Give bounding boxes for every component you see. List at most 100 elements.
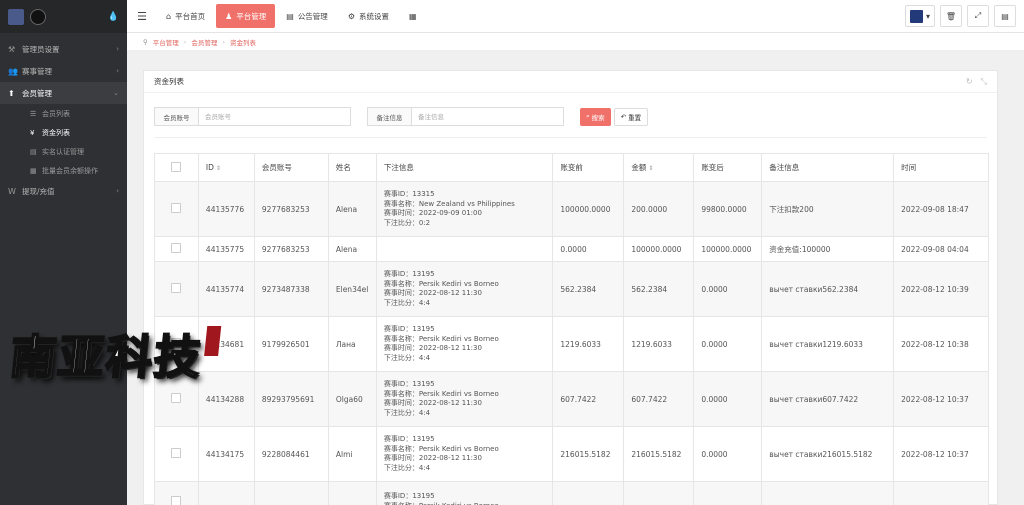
cell-account: 9273487338 [253,261,329,317]
watermark-logo: 南亚科技 [0,318,244,396]
settings-panel-icon[interactable]: ▤ [994,5,1016,27]
cell-note: 资金充值:100000 [761,236,895,262]
cell-amount: 216015.5182 [623,426,695,482]
table-row[interactable]: 44135774 9273487338 Elen34el 赛事ID：13195 赛事名称… [154,261,989,317]
bet-line: 赛事ID：13195 [383,325,435,333]
breadcrumb-item[interactable]: 会员管理 [191,37,217,47]
col-time: 时间 [893,153,989,182]
tab-icon: ⚙ [347,11,355,21]
note-input[interactable] [412,108,562,125]
row-select-cell [154,261,199,317]
cell-id: 44134175 [197,426,255,482]
chevron-icon: › [116,67,119,75]
cell-amount: 200.0000 [623,181,695,237]
location-icon: ⚲ [143,37,148,46]
bet-line: 下注比分：4:4 [383,298,431,307]
cell-id: 44135775 [197,236,255,262]
avatar[interactable] [30,8,46,25]
cell-name: Alena [327,181,377,237]
col-id[interactable]: ID ⇕ [197,153,255,182]
chevron-icon: › [116,187,119,195]
breadcrumb-item[interactable]: 平台管理 [153,37,179,47]
expand-icon[interactable]: ⤢ [967,5,989,27]
account-input[interactable] [199,108,349,125]
logo [8,8,24,25]
bet-line: 赛事名称：Persik Kediri vs Borneo [383,279,499,288]
row-select-cell [154,426,199,482]
cell-id: 44135774 [197,261,255,317]
col-bet: 下注信息 [375,153,554,182]
row-checkbox[interactable] [171,283,182,293]
user-menu-button[interactable]: ▾ [904,5,935,27]
upload-icon: ⬆ [8,88,15,98]
tab-system[interactable]: ⚙ 系统设置 [339,4,398,28]
cell-bet [375,236,554,262]
col-amount[interactable]: 金额 ⇕ [623,153,695,182]
cell-after: 0.0000 [693,371,763,427]
tab-icon: ⌂ [166,11,172,21]
cell-note: 下注扣款200 [761,181,895,237]
sidebar-item-matches[interactable]: 👥 赛事管理 › [0,60,127,82]
sidebar-subitem[interactable]: ▦ 批量会员余额操作 [0,161,127,180]
sidebar: 💧 ⚒ 管理员设置 › 👥 赛事管理 › ⬆ 会员管理 ⌄ ☰ 会员列表 ¥ 资金列表 ▤ 实名认证管理 ▦ 批… [0,0,127,505]
tab-label: 系统设置 [358,11,389,21]
tab-platform[interactable]: ♟ 平台管理 [216,4,276,28]
sidebar-item-members[interactable]: ⬆ 会员管理 ⌄ [0,82,127,104]
note-field: 备注信息 [367,107,564,126]
table-row[interactable]: 44134681 9179926501 Лана 赛事ID：13195 赛事名称：Per… [154,316,989,372]
bet-line: 赛事名称：Persik Kediri vs Borneo [383,444,499,453]
row-checkbox[interactable] [171,203,182,213]
sidebar-subitem[interactable]: ▤ 实名认证管理 [0,142,127,161]
sidebar-item-label: 提现/充值 [22,186,55,196]
reset-button[interactable]: ↶ 重置 [613,107,649,126]
table-row[interactable]: 44134288 89293795691 Olga60 赛事ID：13195 赛事名称：… [154,371,989,427]
cell-name: Elen34el [327,261,377,317]
reset-button-label: 重置 [628,113,642,122]
cell-amount: 100000.0000 [623,236,695,262]
account-label: 会员账号 [155,108,199,125]
bet-line: 赛事ID：13195 [383,435,435,443]
menu-item-icon: ☰ [30,109,37,118]
select-all-cell [154,153,199,182]
tab-label: 平台首页 [175,11,206,21]
bet-line: 赛事时间：2022-09-09 01:00 [383,209,482,217]
table-row[interactable]: 赛事ID：13195 赛事名称：Persik Kediri vs Borneo [154,481,989,505]
cell-account: 9277683253 [253,236,329,262]
sidebar-subitem[interactable]: ¥ 资金列表 [0,123,127,142]
row-checkbox[interactable] [171,243,182,253]
bet-line: 下注比分：4:4 [383,353,431,362]
table-row[interactable]: 44135775 9277683253 Alena 0.0000 100000.0000… [154,236,989,262]
drop-icon[interactable]: 💧 [108,12,119,22]
sort-icon[interactable]: ⇕ [216,165,221,172]
breadcrumb-separator: › [183,37,187,46]
breadcrumb-item[interactable]: 资金列表 [230,37,256,47]
row-checkbox[interactable] [171,495,182,505]
table-row[interactable]: 44135776 9277683253 Alena 赛事ID：13315 赛事名称：Ne… [154,181,989,237]
sidebar-item-withdraw[interactable]: W 提现/充值 › [0,180,127,202]
sidebar-subitem[interactable]: ☰ 会员列表 [0,104,127,123]
maximize-icon[interactable]: ⤡ [981,77,987,87]
cell-after: 100000.0000 [693,236,763,262]
select-all-checkbox[interactable] [171,161,182,172]
fullscreen-icon[interactable]: ▦ [400,4,426,28]
cell-name [327,481,377,505]
sidebar-subitem-label: 会员列表 [42,109,70,118]
top-right-tools: ▾ 🗑 ⤢ ▤ [904,5,1016,27]
cell-before [552,481,625,505]
sort-icon[interactable]: ⇕ [648,165,653,172]
tab-notice[interactable]: ▤ 公告管理 [277,4,337,28]
menu-toggle-icon[interactable]: ☰ [127,10,157,23]
bet-line: 赛事时间：2022-08-12 11:30 [383,289,482,297]
refresh-icon[interactable]: ↻ [966,77,973,87]
trash-icon[interactable]: 🗑 [940,5,962,27]
tab-home[interactable]: ⌂ 平台首页 [157,4,214,28]
bet-line: 赛事时间：2022-08-12 11:30 [383,399,482,407]
sidebar-item-label: 管理员设置 [22,44,60,54]
sidebar-item-admin[interactable]: ⚒ 管理员设置 › [0,38,127,60]
search-button[interactable]: ⌕ 搜索 [580,107,611,126]
col-amount-label: 金额 [631,163,647,172]
table-row[interactable]: 44134175 9228084461 Almi 赛事ID：13195 赛事名称：Per… [154,426,989,482]
col-id-label: ID [205,163,214,172]
row-checkbox[interactable] [171,448,182,458]
cell-name: Лана [327,316,377,372]
